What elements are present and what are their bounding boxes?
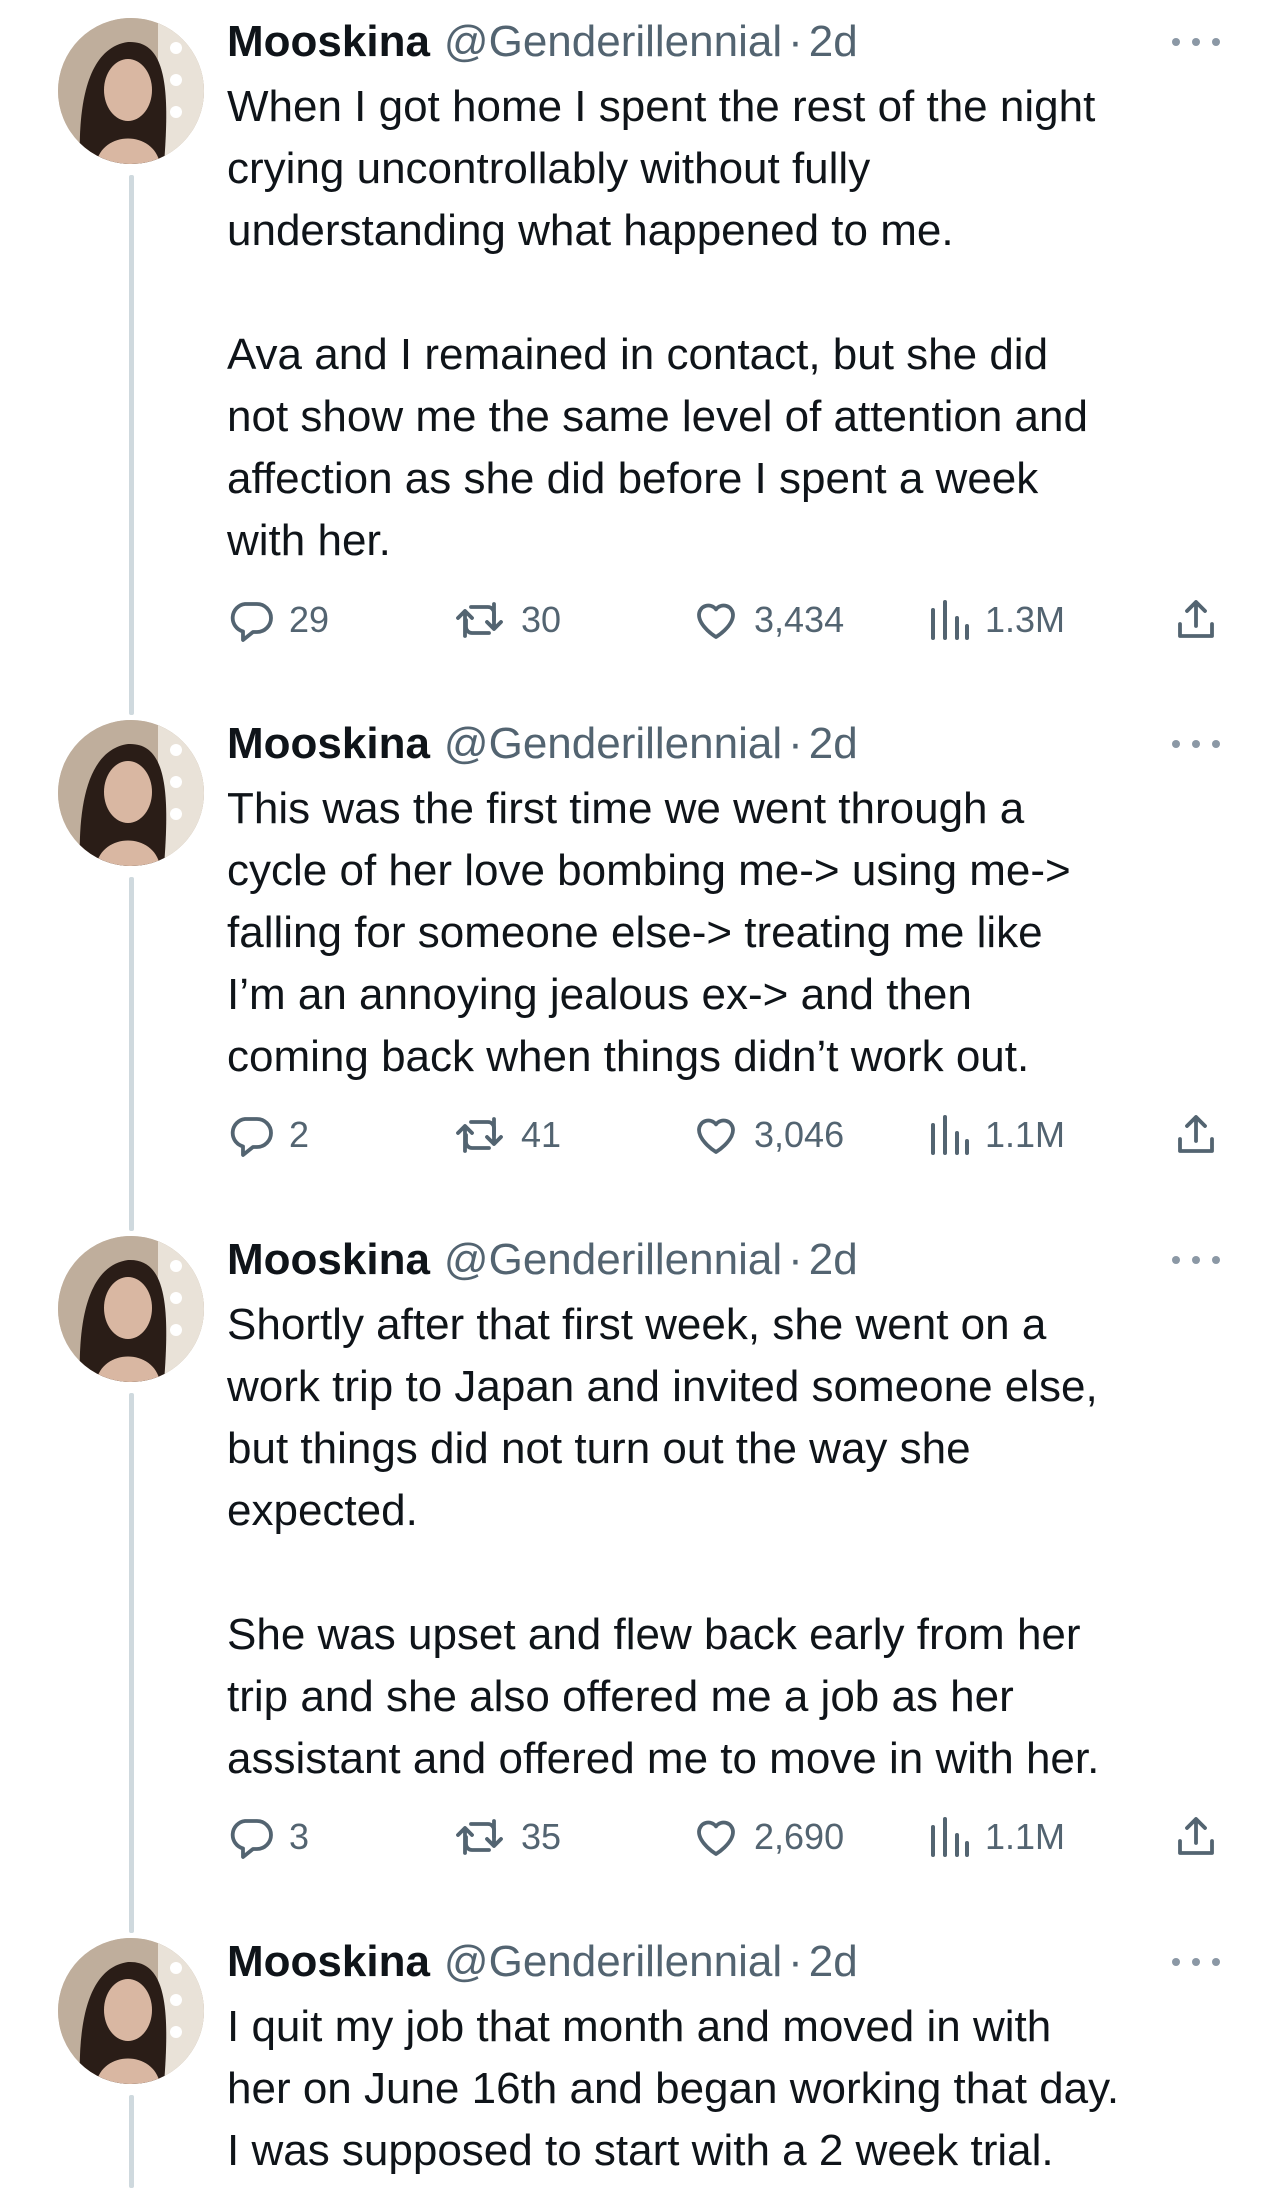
views-button[interactable]: 1.1M (927, 1807, 1065, 1867)
avatar-image (58, 1236, 204, 1382)
share-button[interactable] (1172, 590, 1220, 650)
tweet-text: Shortly after that first week, she went … (227, 1294, 1247, 1790)
reply-icon (230, 1117, 273, 1157)
avatar[interactable] (58, 1938, 204, 2084)
tweet-paragraph: This was the first time we went through … (227, 784, 1071, 1081)
like-icon (697, 1118, 735, 1154)
thread-line (129, 175, 134, 715)
user-handle[interactable]: @Genderillennial (444, 1235, 782, 1284)
more-icon[interactable] (1172, 32, 1220, 52)
avatar-image (58, 1938, 204, 2084)
tweet-header: Mooskina @Genderillennial · 2d (227, 714, 858, 774)
share-icon (1178, 600, 1214, 638)
display-name[interactable]: Mooskina (227, 1937, 430, 1986)
thread-line (129, 2095, 134, 2188)
share-button[interactable] (1172, 1105, 1220, 1165)
retweet-icon (456, 1117, 503, 1153)
reply-button[interactable]: 2 (227, 1105, 309, 1165)
like-button[interactable]: 3,046 (692, 1105, 844, 1165)
thread-line (129, 1393, 134, 1933)
tweet-actions: 2 41 3,046 1.1M (227, 1105, 1227, 1165)
reply-count: 3 (289, 1816, 310, 1857)
avatar-image (58, 720, 204, 866)
separator-dot: · (788, 1235, 803, 1284)
retweet-count: 41 (521, 1114, 562, 1155)
timestamp[interactable]: 2d (809, 719, 858, 768)
tweet-thread: Mooskina @Genderillennial · 2d When I got h… (0, 0, 1284, 2188)
retweet-count: 30 (521, 599, 562, 640)
display-name[interactable]: Mooskina (227, 1235, 430, 1284)
views-icon (931, 600, 969, 640)
more-icon[interactable] (1172, 734, 1220, 754)
retweet-count: 35 (521, 1816, 562, 1857)
views-button[interactable]: 1.3M (927, 590, 1065, 650)
reply-button[interactable]: 3 (227, 1807, 309, 1867)
tweet-text: When I got home I spent the rest of the … (227, 76, 1247, 572)
reply-icon (230, 602, 273, 642)
display-name[interactable]: Mooskina (227, 17, 430, 66)
views-icon (931, 1115, 969, 1155)
avatar[interactable] (58, 1236, 204, 1382)
avatar-image (58, 18, 204, 164)
retweet-button[interactable]: 41 (455, 1105, 561, 1165)
separator-dot: · (788, 1937, 803, 1986)
share-button[interactable] (1172, 1807, 1220, 1867)
tweet-header: Mooskina @Genderillennial · 2d (227, 1932, 858, 1992)
tweet-text: This was the first time we went through … (227, 778, 1247, 1088)
tweet-paragraph: When I got home I spent the rest of the … (227, 82, 1096, 255)
like-count: 2,690 (754, 1816, 845, 1857)
share-icon (1178, 1817, 1214, 1855)
reply-button[interactable]: 29 (227, 590, 329, 650)
retweet-button[interactable]: 30 (455, 590, 561, 650)
more-icon[interactable] (1172, 1250, 1220, 1270)
like-count: 3,046 (754, 1114, 845, 1155)
tweet-header: Mooskina @Genderillennial · 2d (227, 12, 858, 72)
like-icon (697, 1820, 735, 1856)
user-handle[interactable]: @Genderillennial (444, 1937, 782, 1986)
separator-dot: · (788, 719, 803, 768)
separator-dot: · (788, 17, 803, 66)
share-icon (1178, 1115, 1214, 1153)
views-count: 1.1M (985, 1114, 1066, 1155)
tweet-paragraph: I quit my job that month and moved in wi… (227, 2002, 1120, 2175)
views-count: 1.3M (985, 599, 1066, 640)
tweet-actions: 29 30 3,434 1.3M (227, 590, 1227, 650)
like-count: 3,434 (754, 599, 845, 640)
retweet-icon (456, 602, 503, 638)
views-button[interactable]: 1.1M (927, 1105, 1065, 1165)
display-name[interactable]: Mooskina (227, 719, 430, 768)
tweet-text: I quit my job that month and moved in wi… (227, 1996, 1247, 2182)
reply-count: 2 (289, 1114, 310, 1155)
tweet-paragraph: She was upset and flew back early from h… (227, 1610, 1100, 1783)
tweet-header: Mooskina @Genderillennial · 2d (227, 1230, 858, 1290)
timestamp[interactable]: 2d (809, 17, 858, 66)
tweet-paragraph: Ava and I remained in contact, but she d… (227, 330, 1088, 565)
views-icon (931, 1817, 969, 1857)
reply-icon (230, 1819, 273, 1859)
avatar[interactable] (58, 18, 204, 164)
thread-line (129, 877, 134, 1231)
retweet-button[interactable]: 35 (455, 1807, 561, 1867)
like-button[interactable]: 2,690 (692, 1807, 844, 1867)
avatar[interactable] (58, 720, 204, 866)
tweet-actions: 3 35 2,690 1.1M (227, 1807, 1227, 1867)
views-count: 1.1M (985, 1816, 1066, 1857)
like-button[interactable]: 3,434 (692, 590, 844, 650)
retweet-icon (456, 1819, 503, 1855)
user-handle[interactable]: @Genderillennial (444, 719, 782, 768)
more-icon[interactable] (1172, 1952, 1220, 1972)
timestamp[interactable]: 2d (809, 1235, 858, 1284)
reply-count: 29 (289, 599, 330, 640)
timestamp[interactable]: 2d (809, 1937, 858, 1986)
like-icon (697, 603, 735, 639)
tweet-paragraph: Shortly after that first week, she went … (227, 1300, 1098, 1535)
user-handle[interactable]: @Genderillennial (444, 17, 782, 66)
